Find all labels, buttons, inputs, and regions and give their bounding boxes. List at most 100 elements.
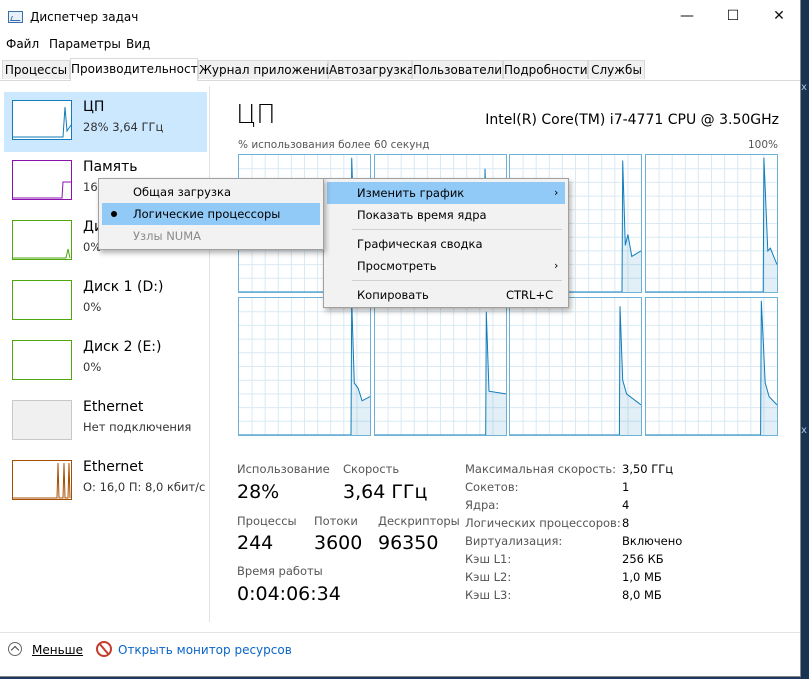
- spec-label: Кэш L2:: [465, 570, 512, 584]
- graph-axis-max: 100%: [747, 139, 778, 151]
- menu-view[interactable]: Вид: [126, 37, 150, 51]
- task-manager-window: Диспетчер задач — ☐ ✕ Файл Параметры Вид…: [0, 0, 801, 677]
- spec-label: Ядра:: [465, 498, 500, 512]
- cpu-graph-7: [509, 297, 642, 436]
- cpu-graph-6: [373, 297, 507, 436]
- menu-item-shortcut: CTRL+C: [506, 288, 554, 302]
- disk1-thumbnail-graph: [12, 280, 72, 320]
- tab-details[interactable]: Подробности: [503, 60, 588, 79]
- chevron-right-icon: ›: [554, 186, 559, 199]
- tab-services[interactable]: Службы: [588, 60, 645, 79]
- speed-value: 3,64 ГГц: [343, 481, 428, 503]
- menu-file[interactable]: Файл: [6, 37, 39, 51]
- open-resource-monitor-link[interactable]: Открыть монитор ресурсов: [118, 643, 292, 657]
- chevron-up-icon[interactable]: [8, 642, 22, 656]
- sidebar-item-value: Нет подключения: [83, 420, 192, 434]
- tab-processes[interactable]: Процессы: [2, 60, 70, 79]
- graph-submenu: Общая загрузка Логические процессоры Узл…: [98, 178, 324, 250]
- ethernet-thumbnail-graph: [12, 460, 72, 500]
- task-manager-icon: [8, 11, 23, 23]
- title-bar[interactable]: Диспетчер задач — ☐ ✕: [0, 0, 800, 32]
- sidebar-item-label: Память: [83, 159, 138, 175]
- sidebar-item-label: Диск 2 (E:): [83, 339, 162, 355]
- processes-label: Процессы: [237, 514, 297, 528]
- window-title: Диспетчер задач: [30, 10, 139, 24]
- sidebar-item-value: 16: [83, 180, 98, 194]
- resource-monitor-icon[interactable]: [96, 641, 112, 657]
- spec-value: 8,0 МБ: [622, 588, 662, 602]
- speed-label: Скорость: [343, 462, 400, 476]
- page-title: ЦП: [236, 100, 276, 130]
- resource-sidebar: ЦП 28% 3,64 ГГц Память 16 Ди 0% Диск 1 (…: [0, 86, 210, 622]
- sidebar-item-ethernet[interactable]: Ethernet О: 16,0 П: 8,0 кбит/с: [4, 452, 207, 512]
- tab-app-history[interactable]: Журнал приложений: [198, 60, 333, 79]
- sidebar-item-value: 28% 3,64 ГГц: [83, 120, 164, 134]
- memory-thumbnail-graph: [12, 160, 72, 200]
- handles-label: Дескрипторы: [378, 514, 460, 528]
- chevron-right-icon: ›: [554, 259, 559, 272]
- uptime-label: Время работы: [237, 564, 323, 578]
- menu-item-show-kernel-times[interactable]: Показать время ядра: [327, 204, 565, 226]
- sidebar-item-label: Ethernet: [83, 399, 144, 415]
- sidebar-item-cpu[interactable]: ЦП 28% 3,64 ГГц: [4, 92, 207, 152]
- sidebar-item-label: Диск 1 (D:): [83, 279, 164, 295]
- usage-label: Использование: [237, 462, 330, 476]
- usage-value: 28%: [237, 481, 280, 503]
- menu-item-label: Логические процессоры: [133, 207, 281, 221]
- spec-label: Логических процессоров:: [465, 516, 621, 530]
- sidebar-item-disk1[interactable]: Диск 1 (D:) 0%: [4, 272, 207, 332]
- cpu-graph-8: [644, 297, 778, 436]
- spec-value: 8: [622, 516, 630, 530]
- submenu-item-logical-processors[interactable]: Логические процессоры: [102, 203, 320, 225]
- minimize-button[interactable]: —: [664, 0, 710, 32]
- graph-axis-label: % использования более 60 секунд: [238, 139, 430, 151]
- handles-value: 96350: [378, 532, 439, 554]
- cpu-graph-5: [238, 297, 371, 436]
- cpu-thumbnail-graph: [12, 100, 72, 140]
- menu-item-label: Узлы NUMA: [133, 229, 202, 243]
- spec-label: Сокетов:: [465, 480, 519, 494]
- uptime-value: 0:04:06:34: [237, 583, 341, 605]
- selected-bullet-icon: [111, 211, 117, 217]
- sidebar-item-value: О: 16,0 П: 8,0 кбит/с: [83, 480, 206, 494]
- menu-item-change-graph[interactable]: Изменить график ›: [327, 182, 565, 204]
- tab-startup[interactable]: Автозагрузка: [328, 60, 414, 79]
- threads-label: Потоки: [314, 514, 358, 528]
- menu-item-label: Просмотреть: [357, 259, 437, 273]
- close-button[interactable]: ✕: [756, 0, 802, 32]
- processes-value: 244: [237, 532, 274, 554]
- desktop-glyph: x: [801, 82, 807, 93]
- threads-value: 3600: [314, 532, 363, 554]
- submenu-item-numa-nodes: Узлы NUMA: [102, 225, 320, 247]
- menu-item-label: Графическая сводка: [357, 237, 483, 251]
- menu-item-label: Общая загрузка: [133, 185, 232, 199]
- ethernet-thumbnail-graph: [12, 400, 72, 440]
- menu-item-copy[interactable]: Копировать CTRL+C: [327, 284, 565, 306]
- sidebar-item-value: 0%: [83, 300, 102, 314]
- tab-bar: Процессы Производительность Журнал прило…: [0, 58, 800, 81]
- spec-value: 1,0 МБ: [622, 570, 662, 584]
- context-menu: Изменить график › Показать время ядра Гр…: [323, 178, 569, 308]
- sidebar-item-label: Ethernet: [83, 459, 144, 475]
- spec-label: Виртуализация:: [465, 534, 563, 548]
- submenu-item-overall-utilization[interactable]: Общая загрузка: [102, 181, 320, 203]
- menu-options[interactable]: Параметры: [49, 37, 121, 51]
- footer-bar: Меньше Открыть монитор ресурсов: [0, 632, 800, 677]
- spec-value: 1: [622, 480, 630, 494]
- menu-separator: [352, 280, 562, 281]
- disk2-thumbnail-graph: [12, 340, 72, 380]
- spec-value: Включено: [622, 534, 683, 548]
- menu-item-summary-view[interactable]: Графическая сводка: [327, 233, 565, 255]
- sidebar-item-value: 0%: [83, 360, 102, 374]
- cpu-graph-4: [644, 154, 778, 293]
- disk0-thumbnail-graph: [12, 220, 72, 260]
- spec-value: 4: [622, 498, 630, 512]
- sidebar-item-ethernet-disconnected[interactable]: Ethernet Нет подключения: [4, 392, 207, 452]
- menu-item-view[interactable]: Просмотреть ›: [327, 255, 565, 277]
- tab-users[interactable]: Пользователи: [412, 60, 503, 79]
- desktop-edge: x x: [801, 0, 809, 679]
- tab-performance[interactable]: Производительность: [70, 58, 205, 81]
- sidebar-item-disk2[interactable]: Диск 2 (E:) 0%: [4, 332, 207, 392]
- maximize-button[interactable]: ☐: [710, 0, 756, 32]
- fewer-details-button[interactable]: Меньше: [32, 643, 83, 657]
